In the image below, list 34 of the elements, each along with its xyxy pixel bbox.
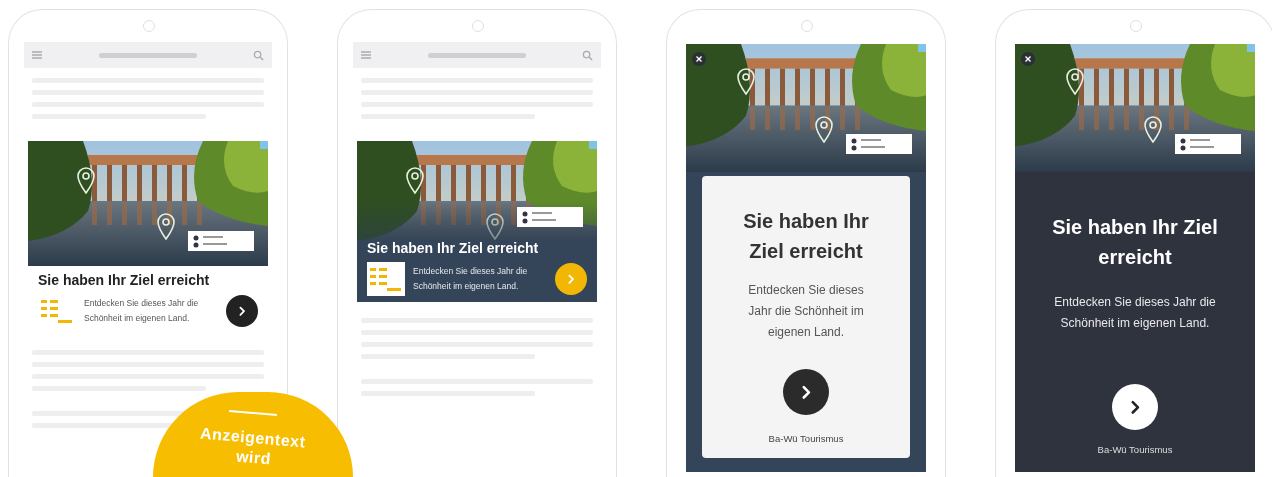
menu-icon[interactable]	[32, 51, 42, 59]
map-pin-icon	[76, 167, 96, 195]
map-legend-icon	[1175, 134, 1241, 154]
map-pin-icon	[485, 213, 505, 241]
ad-description: Entdecken Sie dieses Jahr die Schönheit im eigenen Land.	[747, 282, 865, 341]
map-pin-icon	[405, 167, 425, 195]
next-button[interactable]	[555, 263, 587, 295]
next-button[interactable]	[1112, 384, 1158, 430]
ad-headline: Sie haben Ihr Ziel erreicht	[1051, 215, 1219, 270]
ad-headline: Sie haben Ihr Ziel erreicht	[742, 209, 870, 264]
advertiser-name: Ba-Wü Tourismus	[768, 433, 844, 444]
ad-description: Entdecken Sie dieses Jahr die Schönheit im eigenen Land.	[413, 265, 529, 293]
search-icon[interactable]	[253, 49, 264, 61]
ad-headline: Sie haben Ihr Ziel erreicht	[367, 240, 540, 256]
map-legend-icon	[188, 231, 254, 251]
ad-headline: Sie haben Ihr Ziel erreicht	[38, 272, 211, 288]
next-button[interactable]	[783, 369, 829, 415]
tourism-logo-icon	[369, 265, 403, 293]
close-icon[interactable]	[692, 52, 706, 66]
map-pin-icon	[814, 116, 834, 144]
next-button[interactable]	[226, 295, 258, 327]
ad-description: Entdecken Sie dieses Jahr die Schönheit im eigenen Land.	[84, 297, 200, 325]
map-legend-icon	[517, 207, 583, 227]
map-pin-icon	[1143, 116, 1163, 144]
map-pin-icon	[1065, 68, 1085, 96]
menu-icon[interactable]	[361, 51, 371, 59]
map-legend-icon	[846, 134, 912, 154]
ad-description: Entdecken Sie dieses Jahr die Schönheit im eigenen Land.	[1053, 294, 1217, 332]
search-icon[interactable]	[582, 49, 593, 61]
map-pin-icon	[736, 68, 756, 96]
map-pin-icon	[156, 213, 176, 241]
close-icon[interactable]	[1021, 52, 1035, 66]
advertiser-name: Ba-Wü Tourismus	[1097, 444, 1173, 455]
tourism-logo-icon	[40, 297, 74, 325]
